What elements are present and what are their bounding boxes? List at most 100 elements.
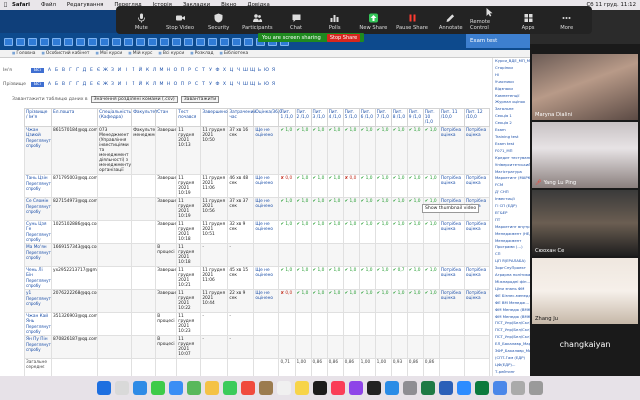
question-score-cell[interactable] <box>326 335 344 359</box>
letter-filter[interactable]: Ж <box>102 82 109 87</box>
letter-filter[interactable]: Л <box>151 82 158 87</box>
grade-cell[interactable] <box>253 335 280 359</box>
letter-filter[interactable]: Д <box>81 82 88 87</box>
column-header[interactable]: Пит. 2 /1,0 <box>294 108 312 127</box>
letter-filter[interactable]: Т <box>200 82 207 87</box>
question-score-cell[interactable]: ✔ 1,0 <box>342 197 360 221</box>
participant-tile[interactable]: Zhang Ju <box>532 258 638 324</box>
column-header[interactable]: Тест почався <box>176 108 202 127</box>
question-score-cell[interactable]: ✔ 1,0 <box>422 266 440 290</box>
bookmark-cabinet[interactable]: Особистий кабінет <box>41 51 90 56</box>
tab-icon[interactable] <box>124 37 133 46</box>
security-button[interactable]: Security <box>199 13 238 31</box>
letter-filter[interactable]: Ю <box>263 68 270 73</box>
maps-icon[interactable] <box>187 381 201 395</box>
grade-cell[interactable]: Ще не оцінено <box>253 289 280 313</box>
nav-item[interactable]: FCM <box>495 182 530 189</box>
letter-filter[interactable]: С <box>193 82 200 87</box>
column-header[interactable]: Пит. 8 /1,0 <box>390 108 408 127</box>
apps-button[interactable]: Apps <box>509 13 548 31</box>
question-score-cell[interactable]: Потрібна оцінка <box>463 266 491 290</box>
tab-icon[interactable] <box>52 37 61 46</box>
nav-item[interactable]: Секція 1 <box>495 113 530 120</box>
letter-filter[interactable]: З <box>109 82 116 87</box>
nav-item[interactable]: Курси_ВДЕ_МП_Мем... <box>495 58 530 65</box>
finder-icon[interactable] <box>97 381 111 395</box>
nav-item[interactable]: F071_МП <box>495 148 530 155</box>
question-score-cell[interactable]: ✔ 1,0 <box>374 289 392 313</box>
column-header[interactable]: Пит. 5 /1,0 <box>342 108 360 127</box>
letter-filter[interactable]: В <box>60 82 67 87</box>
last-name-filter-all[interactable]: Всі <box>31 82 44 87</box>
question-score-cell[interactable]: ✔ 1,0 <box>406 289 424 313</box>
messages-icon[interactable] <box>151 381 165 395</box>
contacts-icon[interactable] <box>259 381 273 395</box>
nav-item[interactable]: ФМ Менедж (ВМК) <box>495 307 530 314</box>
nav-item[interactable]: Кредит тестування <box>495 155 530 162</box>
grade-cell[interactable]: Ще не оцінено <box>253 174 280 198</box>
question-score-cell[interactable] <box>278 243 296 267</box>
app-icon[interactable] <box>493 381 507 395</box>
excel-icon[interactable] <box>421 381 435 395</box>
letter-filter[interactable]: Л <box>151 68 158 73</box>
bookmark-schedule[interactable]: Розклад <box>190 51 214 56</box>
letter-filter[interactable]: Н <box>165 68 172 73</box>
letter-filter[interactable]: И <box>116 68 123 73</box>
question-score-cell[interactable]: ✔ 1,0 <box>294 266 312 290</box>
column-header[interactable]: Факультет <box>131 108 158 127</box>
letter-filter[interactable]: П <box>179 82 186 87</box>
zoom-icon[interactable] <box>457 381 471 395</box>
stop-share-button[interactable]: Stop Share <box>326 33 361 42</box>
question-score-cell[interactable]: Потрібна оцінка <box>438 266 465 290</box>
review-attempt-link[interactable]: Переглянути спробу <box>26 324 51 334</box>
question-score-cell[interactable] <box>406 335 424 359</box>
letter-filter[interactable]: К <box>144 68 151 73</box>
question-score-cell[interactable]: Потрібна оцінка <box>463 220 491 244</box>
participant-tile[interactable]: Сюохан Се <box>532 190 638 256</box>
question-score-cell[interactable] <box>422 335 440 359</box>
letter-filter[interactable]: У <box>207 82 214 87</box>
question-score-cell[interactable] <box>422 312 440 336</box>
nav-item[interactable]: Менеджмент <box>495 238 530 245</box>
column-header[interactable]: Пит. 4 /1,0 <box>326 108 344 127</box>
tab-icon[interactable] <box>220 37 229 46</box>
stop-video-button[interactable]: Stop Video <box>161 13 200 31</box>
tab-icon[interactable] <box>172 37 181 46</box>
grade-cell[interactable] <box>253 243 280 267</box>
tab-icon[interactable] <box>232 37 241 46</box>
question-score-cell[interactable]: ✔ 1,0 <box>278 197 296 221</box>
question-score-cell[interactable] <box>374 312 392 336</box>
letter-filter[interactable]: Ш <box>242 82 249 87</box>
nav-item[interactable]: ФЕ Бізнес-менедж... <box>495 293 530 300</box>
question-score-cell[interactable]: ✔ 1,0 <box>390 126 408 175</box>
system-preferences-icon[interactable] <box>403 381 417 395</box>
question-score-cell[interactable]: ✔ 1,0 <box>406 126 424 175</box>
letter-filter[interactable]: A <box>46 82 53 87</box>
tab-icon[interactable] <box>160 37 169 46</box>
music-icon[interactable] <box>331 381 345 395</box>
tab-icon[interactable] <box>184 37 193 46</box>
letter-filter[interactable]: Д <box>81 68 88 73</box>
question-score-cell[interactable]: ✔ 1,0 <box>374 174 392 198</box>
menu-file[interactable]: Файл <box>41 2 56 8</box>
tab-icon[interactable] <box>208 37 217 46</box>
letter-filter[interactable]: Б <box>53 82 60 87</box>
letter-filter[interactable]: Ї <box>130 68 137 73</box>
question-score-cell[interactable]: ✔ 1,0 <box>294 174 312 198</box>
review-attempt-link[interactable]: Переглянути спробу <box>26 278 51 288</box>
letter-filter[interactable]: Ж <box>102 68 109 73</box>
mute-button[interactable]: Mute <box>122 13 161 31</box>
question-score-cell[interactable] <box>390 243 408 267</box>
question-score-cell[interactable] <box>310 335 328 359</box>
letter-filter[interactable]: Є <box>95 82 102 87</box>
tab-icon[interactable] <box>244 37 253 46</box>
question-score-cell[interactable]: ✔ 1,0 <box>342 220 360 244</box>
app-store-icon[interactable] <box>385 381 399 395</box>
question-score-cell[interactable] <box>438 335 465 359</box>
question-score-cell[interactable]: ✔ 1,0 <box>358 266 376 290</box>
letter-filter[interactable]: Б <box>53 68 60 73</box>
question-score-cell[interactable]: ✔ 1,0 <box>342 266 360 290</box>
nav-item[interactable]: Т-рейтинг <box>495 369 530 376</box>
participants-button[interactable]: Participants <box>238 13 277 31</box>
facetime-icon[interactable] <box>223 381 237 395</box>
